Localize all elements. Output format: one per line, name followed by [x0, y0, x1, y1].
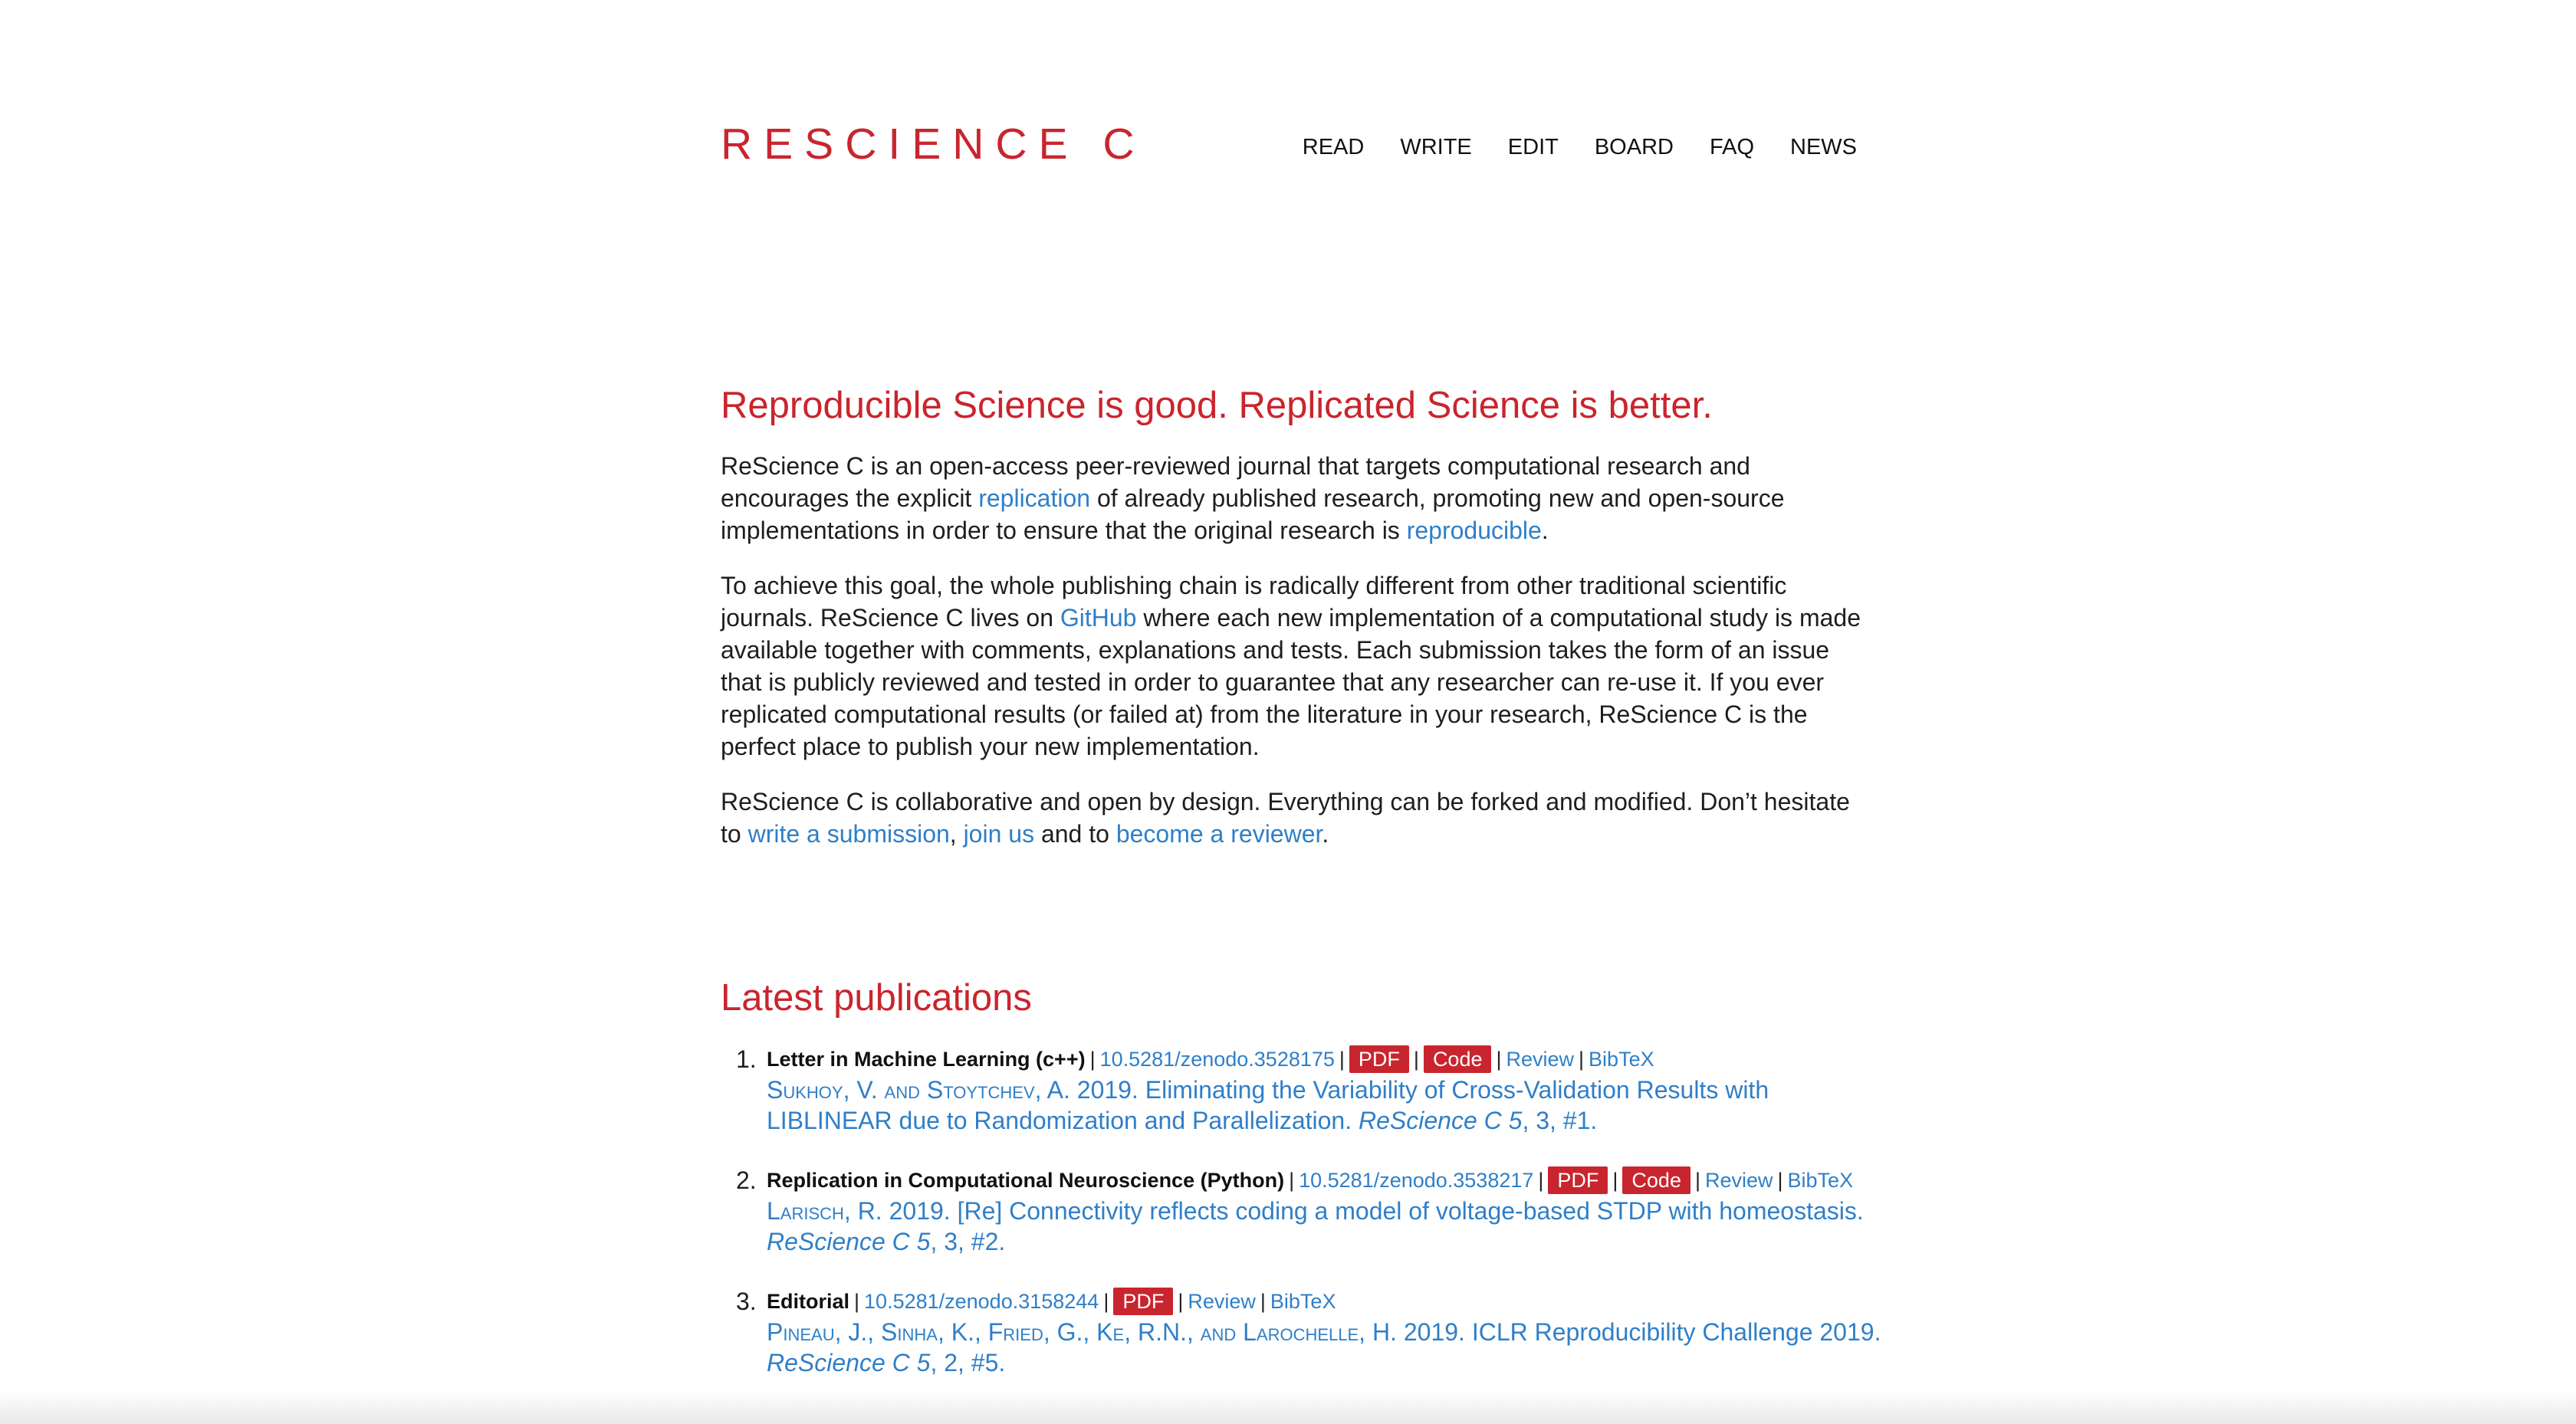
- publication-journal: ReScience C 5: [767, 1349, 931, 1376]
- bibtex-link[interactable]: BibTeX: [1270, 1290, 1336, 1313]
- pdf-button[interactable]: PDF: [1113, 1288, 1174, 1315]
- publication-issue: , 3, #2.: [930, 1228, 1006, 1255]
- publication-authors: Pineau, J., Sinha, K., Fried, G., Ke, R.…: [767, 1318, 1397, 1346]
- intro-section: Reproducible Science is good. Replicated…: [721, 383, 1871, 850]
- publication-category: Letter in Machine Learning (c++): [767, 1048, 1086, 1071]
- publication-category: Editorial: [767, 1290, 850, 1313]
- bibtex-link[interactable]: BibTeX: [1788, 1169, 1854, 1192]
- publication-item: 3. Editorial | 10.5281/zenodo.3158244 | PDF |…: [721, 1286, 1886, 1378]
- site-logo[interactable]: RESCIENCE C: [721, 123, 1146, 166]
- pdf-button[interactable]: PDF: [1349, 1045, 1409, 1073]
- reproducible-link[interactable]: reproducible: [1407, 517, 1542, 544]
- publication-journal: ReScience C 5: [1359, 1107, 1523, 1134]
- nav-news[interactable]: NEWS: [1790, 136, 1857, 159]
- code-button[interactable]: Code: [1423, 1045, 1492, 1073]
- publication-number: 3.: [736, 1288, 757, 1315]
- publication-number: 2.: [736, 1166, 757, 1194]
- publication-citation[interactable]: Sukhoy, V. and Stoytchev, A. 2019. Elimi…: [767, 1076, 1769, 1134]
- replication-link[interactable]: replication: [978, 484, 1090, 512]
- page-title: Reproducible Science is good. Replicated…: [721, 385, 1713, 426]
- nav-read[interactable]: READ: [1303, 136, 1365, 159]
- doi-link[interactable]: 10.5281/zenodo.3528175: [1100, 1048, 1335, 1071]
- publication-title: 2019. [Re] Connectivity reflects coding …: [882, 1197, 1864, 1225]
- nav-write[interactable]: WRITE: [1400, 136, 1471, 159]
- publication-title: 2019. ICLR Reproducibility Challenge 201…: [1396, 1318, 1881, 1346]
- publication-item: 2. Replication in Computational Neurosci…: [721, 1165, 1886, 1257]
- code-button[interactable]: Code: [1622, 1166, 1691, 1194]
- intro-paragraph-1: ReScience C is an open-access peer-revie…: [721, 451, 1785, 544]
- review-link[interactable]: Review: [1506, 1048, 1575, 1071]
- publication-meta: Letter in Machine Learning (c++) | 10.5281…: [767, 1044, 1886, 1075]
- main-nav: READ WRITE EDIT BOARD FAQ NEWS: [1267, 136, 1857, 159]
- publication-issue: , 2, #5.: [930, 1349, 1006, 1376]
- doi-link[interactable]: 10.5281/zenodo.3538217: [1299, 1169, 1533, 1192]
- github-link[interactable]: GitHub: [1060, 604, 1137, 632]
- intro-paragraph-3: ReScience C is collaborative and open by…: [721, 787, 1850, 848]
- publication-meta: Editorial | 10.5281/zenodo.3158244 | PDF | Rev…: [767, 1286, 1886, 1317]
- publication-item: 1. Letter in Machine Learning (c++) | 10.5…: [721, 1044, 1886, 1136]
- latest-publications-heading: Latest publications: [721, 977, 1032, 1019]
- review-link[interactable]: Review: [1188, 1290, 1256, 1313]
- bibtex-link[interactable]: BibTeX: [1589, 1048, 1654, 1071]
- nav-board[interactable]: BOARD: [1595, 136, 1674, 159]
- nav-faq[interactable]: FAQ: [1710, 136, 1754, 159]
- write-submission-link[interactable]: write a submission: [748, 820, 950, 848]
- pdf-button[interactable]: PDF: [1548, 1166, 1608, 1194]
- publication-journal: ReScience C 5: [767, 1228, 931, 1255]
- publication-citation[interactable]: Larisch, R. 2019. [Re] Connectivity refl…: [767, 1197, 1864, 1255]
- bottom-fade: [0, 1390, 2576, 1424]
- publication-issue: , 3, #1.: [1522, 1107, 1598, 1134]
- publication-list: 1. Letter in Machine Learning (c++) | 10.5…: [721, 1044, 1886, 1407]
- publication-meta: Replication in Computational Neuroscienc…: [767, 1165, 1886, 1196]
- publication-citation[interactable]: Pineau, J., Sinha, K., Fried, G., Ke, R.…: [767, 1318, 1881, 1376]
- become-reviewer-link[interactable]: become a reviewer: [1116, 820, 1322, 848]
- publication-authors: Larisch, R.: [767, 1197, 882, 1225]
- publication-category: Replication in Computational Neuroscienc…: [767, 1169, 1285, 1192]
- intro-paragraph-2: To achieve this goal, the whole publishi…: [721, 571, 1861, 760]
- doi-link[interactable]: 10.5281/zenodo.3158244: [864, 1290, 1099, 1313]
- review-link[interactable]: Review: [1705, 1169, 1773, 1192]
- publication-authors: Sukhoy, V. and Stoytchev, A.: [767, 1076, 1070, 1104]
- publication-number: 1.: [736, 1045, 757, 1073]
- join-us-link[interactable]: join us: [964, 820, 1035, 848]
- nav-edit[interactable]: EDIT: [1508, 136, 1559, 159]
